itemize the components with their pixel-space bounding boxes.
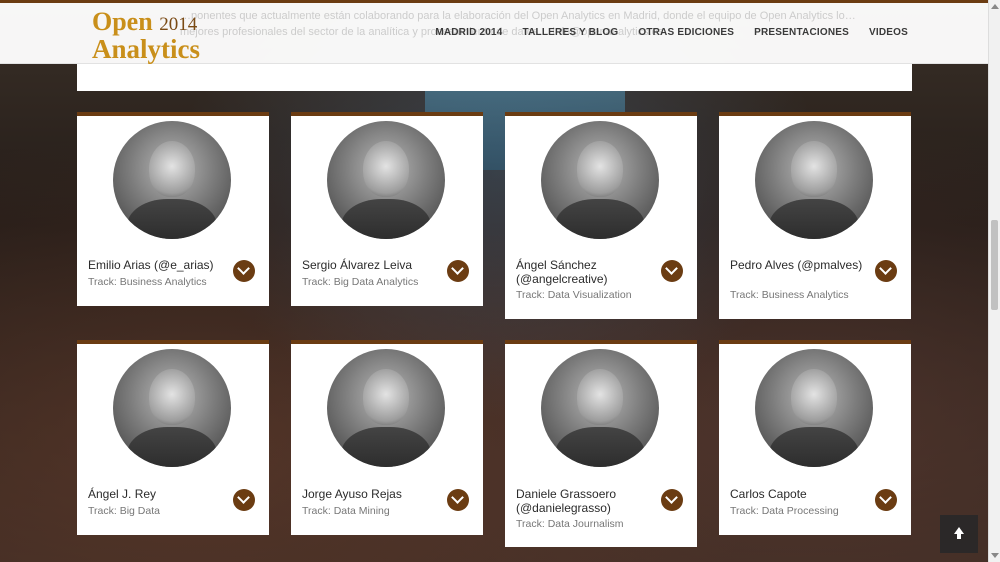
speaker-photo [327,349,445,467]
speaker-photo [113,349,231,467]
speaker-name: Jorge Ayuso Rejas [302,487,402,501]
speaker-track: Track: Business Analytics [730,289,849,301]
logo-word-analytics: Analytics [92,34,200,64]
chevron-down-icon[interactable] [447,260,469,282]
site-logo[interactable]: Open 2014 Analytics [92,7,212,64]
speaker-card[interactable]: Daniele Grassoero (@danielegrasso) Track… [505,340,697,547]
nav-presentaciones[interactable]: PRESENTACIONES [754,27,849,38]
main-nav: MADRID 2014 TALLERES Y BLOG OTRAS EDICIO… [435,27,908,38]
page-scrollbar[interactable] [988,0,1000,562]
speaker-card[interactable]: Ángel Sánchez (@angelcreative) Track: Da… [505,112,697,319]
speaker-name: Emilio Arias (@e_arias) [88,258,214,272]
speaker-track: Track: Big Data Analytics [302,276,419,288]
nav-madrid-2014[interactable]: MADRID 2014 [435,27,502,38]
chevron-down-icon[interactable] [661,260,683,282]
speaker-photo [755,349,873,467]
speaker-photo [541,121,659,239]
speaker-track: Track: Data Visualization [516,289,632,301]
speaker-name: Sergio Álvarez Leiva [302,258,413,272]
chevron-down-icon[interactable] [233,260,255,282]
speaker-name: Pedro Alves (@pmalves) [730,258,863,272]
chevron-down-icon[interactable] [875,260,897,282]
logo-word-open: Open [92,7,153,36]
speaker-track: Track: Big Data [88,505,160,517]
intro-panel [77,64,912,91]
speaker-name: Daniele Grassoero (@danielegrasso) [516,487,617,515]
scrollbar-thumb[interactable] [991,220,998,310]
speaker-card[interactable]: Sergio Álvarez Leiva Track: Big Data Ana… [291,112,483,306]
chevron-down-icon[interactable] [661,489,683,511]
speaker-photo [327,121,445,239]
speaker-name: Carlos Capote [730,487,807,501]
scroll-up-arrow-icon[interactable] [991,4,999,9]
chevron-down-icon[interactable] [447,489,469,511]
speaker-photo [755,121,873,239]
site-header: …ponentes que actualmente están colabora… [0,0,988,64]
speaker-card[interactable]: Carlos Capote Track: Data Processing [719,340,911,535]
logo-year: 2014 [159,14,198,35]
speaker-card[interactable]: Ángel J. Rey Track: Big Data [77,340,269,535]
speaker-name: Ángel Sánchez (@angelcreative) [516,258,608,286]
speaker-photo [113,121,231,239]
speaker-track: Track: Data Processing [730,505,839,517]
chevron-down-icon[interactable] [233,489,255,511]
speaker-photo [541,349,659,467]
speaker-card[interactable]: Emilio Arias (@e_arias) Track: Business … [77,112,269,306]
speaker-track: Track: Business Analytics [88,276,207,288]
speaker-track: Track: Data Mining [302,505,390,517]
chevron-down-icon[interactable] [875,489,897,511]
speaker-track: Track: Data Journalism [516,518,624,530]
scroll-down-arrow-icon[interactable] [991,553,999,558]
arrow-up-icon[interactable] [940,515,978,553]
nav-videos[interactable]: VIDEOS [869,27,908,38]
speaker-card[interactable]: Jorge Ayuso Rejas Track: Data Mining [291,340,483,535]
nav-otras-ediciones[interactable]: OTRAS EDICIONES [638,27,734,38]
nav-talleres-blog[interactable]: TALLERES Y BLOG [523,27,619,38]
speaker-name: Ángel J. Rey [88,487,157,501]
speaker-card[interactable]: Pedro Alves (@pmalves) Track: Business A… [719,112,911,319]
